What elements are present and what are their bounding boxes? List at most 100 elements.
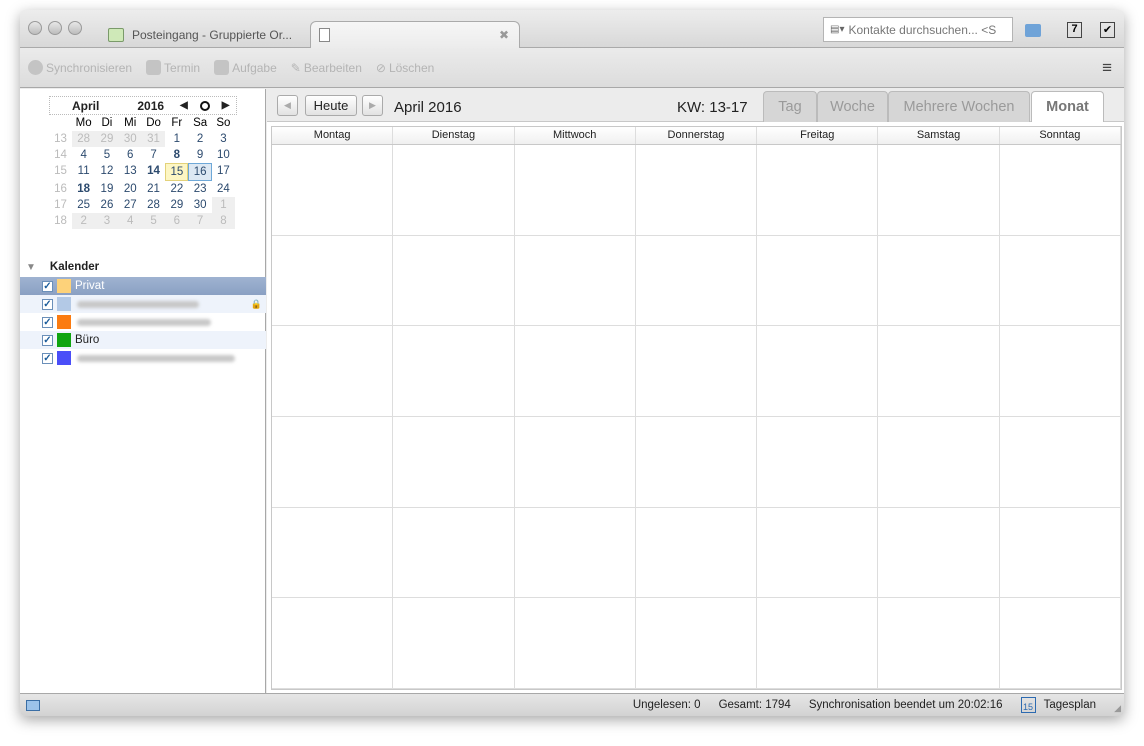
close-window-button[interactable] [28, 21, 42, 35]
calendar-icon[interactable]: 7 [1067, 22, 1082, 38]
day-cell[interactable] [757, 598, 879, 689]
checkbox[interactable]: ✓ [42, 334, 53, 346]
contacts-search[interactable]: ▤▾ Kontakte durchsuchen... <S [823, 17, 1013, 42]
day-cell[interactable] [999, 416, 1121, 508]
resize-grip-icon[interactable]: ◢ [1114, 703, 1121, 714]
mini-day[interactable]: 27 [119, 197, 142, 213]
day-cell[interactable] [999, 145, 1121, 236]
mini-day[interactable]: 8 [211, 213, 236, 229]
new-task-button[interactable]: Aufgabe [214, 60, 277, 75]
mini-day[interactable]: 15 [165, 163, 189, 181]
mini-day[interactable]: 30 [118, 131, 142, 147]
folder-icon[interactable] [1025, 24, 1041, 37]
day-cell[interactable] [514, 598, 636, 689]
day-cell[interactable] [635, 235, 758, 327]
mini-month[interactable]: April [72, 99, 99, 113]
calendar-item[interactable]: ✓ 🔒 [20, 295, 266, 313]
calendar-item[interactable]: ✓ Büro [20, 331, 266, 349]
checkbox[interactable]: ✓ [42, 352, 53, 364]
next-month-icon[interactable]: ▶ [222, 100, 230, 111]
day-cell[interactable] [635, 416, 758, 508]
mini-day[interactable]: 5 [141, 213, 166, 229]
tab-month[interactable]: Monat [1031, 91, 1104, 122]
day-cell[interactable] [393, 145, 515, 236]
collapse-triangle-icon[interactable]: ▼ [26, 262, 36, 273]
mini-day[interactable]: 7 [188, 213, 212, 229]
day-cell[interactable] [878, 145, 1000, 236]
mini-day[interactable]: 8 [165, 147, 188, 163]
calendar-item[interactable]: ✓ [20, 313, 266, 331]
mini-day[interactable]: 3 [95, 213, 119, 229]
mini-day[interactable]: 25 [72, 197, 95, 213]
day-cell[interactable] [757, 416, 879, 508]
week-number[interactable]: 18 [49, 213, 72, 229]
day-cell[interactable] [393, 507, 515, 599]
mini-day[interactable]: 28 [72, 131, 96, 147]
mini-day[interactable]: 29 [165, 197, 188, 213]
search-input[interactable]: Kontakte durchsuchen... <S [848, 23, 996, 37]
mini-day[interactable]: 29 [95, 131, 119, 147]
tab-week[interactable]: Woche [817, 91, 888, 122]
mini-day[interactable]: 17 [212, 163, 235, 181]
delete-button[interactable]: ⊘ Löschen [376, 61, 434, 75]
week-number[interactable]: 13 [49, 131, 72, 147]
mini-day[interactable]: 1 [211, 197, 236, 213]
day-cell[interactable] [272, 326, 394, 417]
day-cell[interactable] [393, 416, 515, 508]
day-cell[interactable] [393, 235, 515, 327]
day-cell[interactable] [393, 326, 515, 417]
mini-day[interactable]: 22 [165, 181, 188, 197]
day-cell[interactable] [272, 416, 394, 508]
week-number[interactable]: 14 [49, 147, 72, 163]
connection-icon[interactable] [26, 699, 40, 711]
zoom-window-button[interactable] [68, 21, 82, 35]
today-button[interactable]: Heute [305, 95, 357, 116]
mini-year[interactable]: 2016 [137, 99, 164, 113]
week-number[interactable]: 16 [49, 181, 72, 197]
day-cell[interactable] [272, 145, 394, 236]
mini-day[interactable]: 14 [142, 163, 165, 181]
mini-day[interactable]: 7 [142, 147, 165, 163]
day-cell[interactable] [999, 598, 1121, 689]
day-cell[interactable] [878, 326, 1000, 417]
day-cell[interactable] [635, 598, 758, 689]
close-tab-icon[interactable]: ✖ [499, 28, 509, 42]
mini-day[interactable]: 11 [72, 163, 95, 181]
mini-day[interactable]: 12 [95, 163, 118, 181]
week-number[interactable]: 17 [49, 197, 72, 213]
checkbox[interactable]: ✓ [42, 298, 53, 310]
day-cell[interactable] [757, 145, 879, 236]
mini-day[interactable]: 23 [188, 181, 211, 197]
day-cell[interactable] [393, 598, 515, 689]
prev-button[interactable]: ◀ [277, 95, 298, 116]
day-cell[interactable] [757, 326, 879, 417]
day-cell[interactable] [635, 145, 758, 236]
next-button[interactable]: ▶ [362, 95, 383, 116]
tab-inbox[interactable]: Posteingang - Gruppierte Or... [100, 21, 310, 48]
calendar-item[interactable]: ✓ [20, 349, 266, 367]
day-cell[interactable] [514, 507, 636, 599]
day-cell[interactable] [878, 507, 1000, 599]
mini-day[interactable]: 10 [212, 147, 235, 163]
day-cell[interactable] [514, 235, 636, 327]
mini-day[interactable]: 30 [188, 197, 211, 213]
day-cell[interactable] [878, 416, 1000, 508]
dayplan-toggle[interactable]: 15 Tagesplan [1020, 697, 1096, 713]
mini-day[interactable]: 2 [188, 131, 211, 147]
today-circle-icon[interactable] [199, 100, 210, 111]
edit-button[interactable]: ✎ Bearbeiten [291, 61, 362, 75]
tasks-icon[interactable]: ✔ [1100, 22, 1115, 38]
day-cell[interactable] [514, 416, 636, 508]
mini-day[interactable]: 31 [141, 131, 166, 147]
tab-multiweek[interactable]: Mehrere Wochen [888, 91, 1030, 122]
day-cell[interactable] [878, 235, 1000, 327]
day-cell[interactable] [272, 598, 394, 689]
day-cell[interactable] [757, 507, 879, 599]
tab-day[interactable]: Tag [763, 91, 817, 122]
mini-day[interactable]: 3 [212, 131, 235, 147]
checkbox[interactable]: ✓ [42, 280, 53, 292]
prev-month-icon[interactable]: ◀ [180, 100, 188, 111]
mini-day[interactable]: 4 [118, 213, 142, 229]
new-event-button[interactable]: Termin [146, 60, 200, 75]
mini-day[interactable]: 21 [142, 181, 165, 197]
